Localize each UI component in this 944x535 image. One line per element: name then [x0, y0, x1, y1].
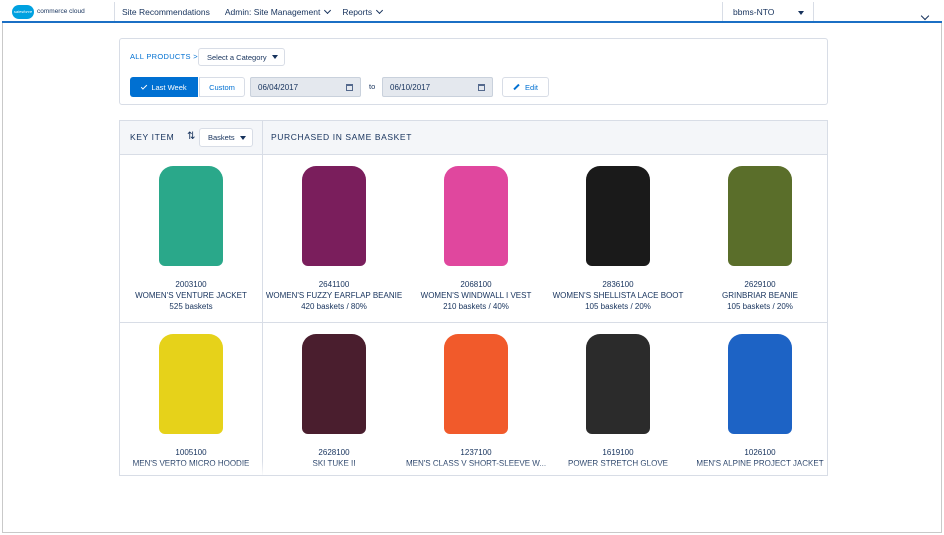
product-swatch: [159, 334, 223, 434]
end-date-input[interactable]: 06/10/2017: [382, 77, 493, 97]
product-id: 2629100: [744, 280, 776, 289]
to-label: to: [369, 82, 376, 91]
product-name[interactable]: GRINBRIAR BEANIE: [689, 290, 827, 301]
site-name: bbms-NTO: [733, 6, 775, 17]
nav-site-recommendations[interactable]: Site Recommendations: [115, 2, 219, 21]
edit-button[interactable]: Edit: [502, 77, 549, 97]
key-item-card[interactable]: 2003100 WOMEN'S VENTURE JACKET 525 baskets: [120, 157, 262, 312]
edit-label: Edit: [525, 82, 538, 92]
product-id: 1005100: [175, 448, 207, 457]
caret-down-icon: [239, 135, 246, 140]
product-card[interactable]: 1026100MEN'S ALPINE PROJECT JACKET: [689, 325, 827, 469]
product-stat: 420 baskets / 80%: [301, 302, 367, 311]
product-id: 1237100: [460, 448, 492, 457]
product-swatch: [586, 166, 650, 266]
nav-reports[interactable]: Reports: [336, 2, 388, 21]
product-image[interactable]: [263, 157, 405, 275]
product-id: 2003100: [175, 280, 207, 289]
product-stat: 105 baskets / 20%: [585, 302, 651, 311]
product-swatch: [444, 334, 508, 434]
end-date-value: 06/10/2017: [390, 82, 431, 92]
product-id: 1026100: [744, 448, 776, 457]
breadcrumb-all-products[interactable]: ALL PRODUCTS >: [130, 52, 198, 61]
product-card[interactable]: 2628100SKI TUKE II: [263, 325, 405, 469]
product-swatch: [444, 166, 508, 266]
top-nav: salesforce commerce cloud Site Recommend…: [2, 2, 942, 23]
chevron-down-icon: [376, 6, 384, 14]
product-card[interactable]: 1237100MEN'S CLASS V SHORT-SLEEVE W...: [405, 325, 547, 469]
product-card[interactable]: 2629100 GRINBRIAR BEANIE 105 baskets / 20%: [689, 157, 827, 312]
salesforce-cloud-icon: salesforce: [12, 4, 34, 19]
product-image[interactable]: [263, 325, 405, 443]
row-divider: [120, 322, 827, 323]
scroll-fade: [120, 461, 827, 475]
start-date-value: 06/04/2017: [258, 82, 299, 92]
nav-admin-site-management[interactable]: Admin: Site Management: [219, 2, 336, 21]
pencil-icon: [513, 83, 520, 91]
product-swatch: [159, 166, 223, 266]
product-id: 2628100: [318, 448, 350, 457]
salesforce-logo[interactable]: salesforce commerce cloud: [2, 2, 115, 21]
product-name[interactable]: WOMEN'S WINDWALL I VEST: [405, 290, 547, 301]
product-image[interactable]: [405, 157, 547, 275]
key-item-card[interactable]: 1005100MEN'S VERTO MICRO HOODIE: [120, 325, 262, 469]
nav-label: Admin: Site Management: [224, 6, 321, 17]
logo-text: commerce cloud: [37, 8, 85, 15]
product-name[interactable]: WOMEN'S FUZZY EARFLAP BEANIE: [263, 290, 405, 301]
product-image[interactable]: [547, 157, 689, 275]
product-swatch: [302, 334, 366, 434]
key-item-header: KEY ITEM: [130, 132, 175, 142]
sort-by-label: Baskets: [208, 133, 235, 142]
custom-label: Custom: [209, 82, 235, 92]
product-swatch: [586, 334, 650, 434]
product-name[interactable]: WOMEN'S SHELLISTA LACE BOOT: [547, 290, 689, 301]
product-swatch: [728, 334, 792, 434]
product-card[interactable]: 2068100 WOMEN'S WINDWALL I VEST 210 basket…: [405, 157, 547, 312]
product-card[interactable]: 2836100 WOMEN'S SHELLISTA LACE BOOT 105 ba…: [547, 157, 689, 312]
nav-menu: Site Recommendations Admin: Site Managem…: [115, 2, 388, 21]
category-dropdown[interactable]: Select a Category: [198, 48, 285, 66]
product-name[interactable]: WOMEN'S VENTURE JACKET: [120, 290, 262, 301]
same-basket-header: PURCHASED IN SAME BASKET: [271, 132, 412, 142]
product-id: 2836100: [602, 280, 634, 289]
chevron-down-icon: [920, 11, 930, 21]
table-header: KEY ITEM ⇅ Baskets PURCHASED IN SAME BAS…: [120, 121, 827, 155]
recommendations-table: KEY ITEM ⇅ Baskets PURCHASED IN SAME BAS…: [119, 120, 828, 476]
category-label: Select a Category: [207, 52, 267, 62]
product-image[interactable]: [120, 157, 262, 275]
caret-down-icon: [798, 11, 804, 15]
product-stat: 210 baskets / 40%: [443, 302, 509, 311]
nav-label: Site Recommendations: [122, 6, 210, 17]
product-swatch: [302, 166, 366, 266]
product-image[interactable]: [689, 325, 827, 443]
filter-panel: ALL PRODUCTS > Select a Category Last We…: [119, 38, 828, 105]
product-image[interactable]: [689, 157, 827, 275]
start-date-input[interactable]: 06/04/2017: [250, 77, 361, 97]
product-id: 1619100: [602, 448, 634, 457]
chevron-down-icon: [324, 6, 332, 14]
product-image[interactable]: [405, 325, 547, 443]
check-icon: [141, 82, 148, 90]
product-image[interactable]: [120, 325, 262, 443]
product-card[interactable]: 1619100POWER STRETCH GLOVE: [547, 325, 689, 469]
caret-down-icon: [271, 55, 278, 59]
product-stat: 525 baskets: [169, 302, 213, 311]
sort-by-dropdown[interactable]: Baskets: [199, 128, 253, 147]
last-week-button[interactable]: Last Week: [130, 77, 198, 97]
header-divider: [262, 121, 263, 154]
sort-icon[interactable]: ⇅: [187, 131, 197, 143]
nav-label: Reports: [342, 6, 373, 17]
last-week-label: Last Week: [151, 82, 187, 92]
calendar-icon[interactable]: [478, 84, 485, 91]
site-selector[interactable]: bbms-NTO: [722, 2, 814, 21]
custom-range-button[interactable]: Custom: [199, 77, 245, 97]
product-swatch: [728, 166, 792, 266]
expand-menu-button[interactable]: [920, 6, 930, 24]
product-id: 2641100: [318, 280, 350, 289]
product-id: 2068100: [460, 280, 492, 289]
calendar-icon[interactable]: [346, 84, 353, 91]
product-stat: 105 baskets / 20%: [727, 302, 793, 311]
product-card[interactable]: 2641100 WOMEN'S FUZZY EARFLAP BEANIE 420 b…: [263, 157, 405, 312]
product-image[interactable]: [547, 325, 689, 443]
